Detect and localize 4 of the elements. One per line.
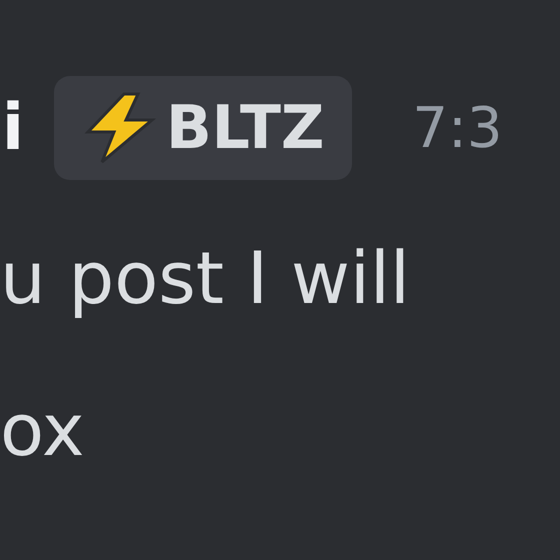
username[interactable]: i xyxy=(2,91,24,165)
badge-label: BLTZ xyxy=(166,93,324,163)
message-text: ox xyxy=(0,394,86,466)
timestamp: 7:3 xyxy=(412,96,503,160)
